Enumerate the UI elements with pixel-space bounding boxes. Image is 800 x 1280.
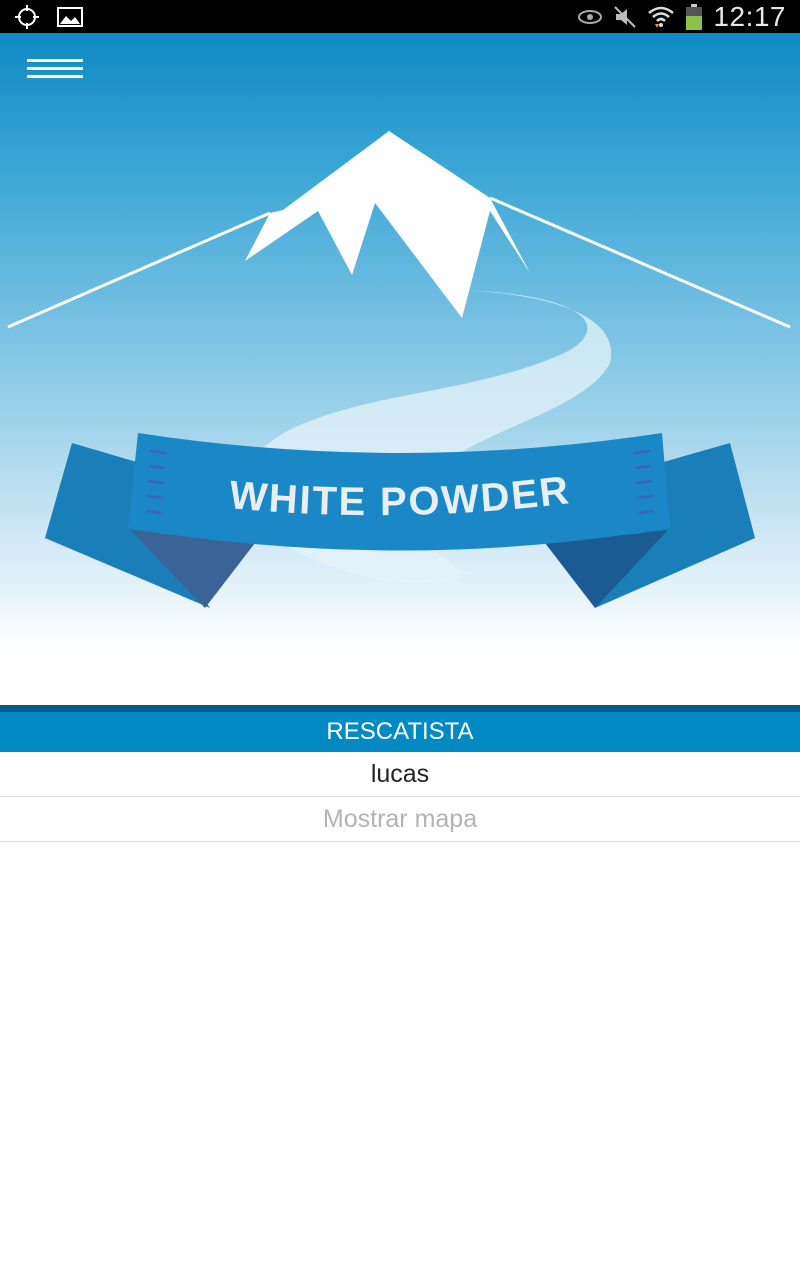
status-bar: 12:17 [0, 0, 800, 33]
wifi-icon [648, 6, 675, 28]
mute-icon [614, 5, 637, 28]
hero-banner: WHITE POWDER [0, 33, 800, 705]
section-title: RESCATISTA [326, 718, 474, 745]
rescuer-name: lucas [370, 759, 430, 788]
svg-text:WHITE POWDER: WHITE POWDER [228, 468, 573, 524]
image-icon [57, 7, 83, 27]
eye-icon [578, 9, 603, 24]
show-map-button[interactable]: Mostrar mapa [0, 797, 800, 842]
logo-text: WHITE POWDER [228, 468, 573, 524]
show-map-label: Mostrar mapa [322, 804, 478, 833]
gps-icon [15, 5, 39, 29]
status-bar-left [12, 4, 84, 30]
status-bar-right: 12:17 [577, 0, 786, 33]
rescuer-name-row: lucas [0, 752, 800, 797]
battery-icon [686, 3, 703, 30]
status-time: 12:17 [713, 0, 786, 32]
header-divider [0, 705, 800, 712]
section-header: RESCATISTA [0, 712, 800, 752]
